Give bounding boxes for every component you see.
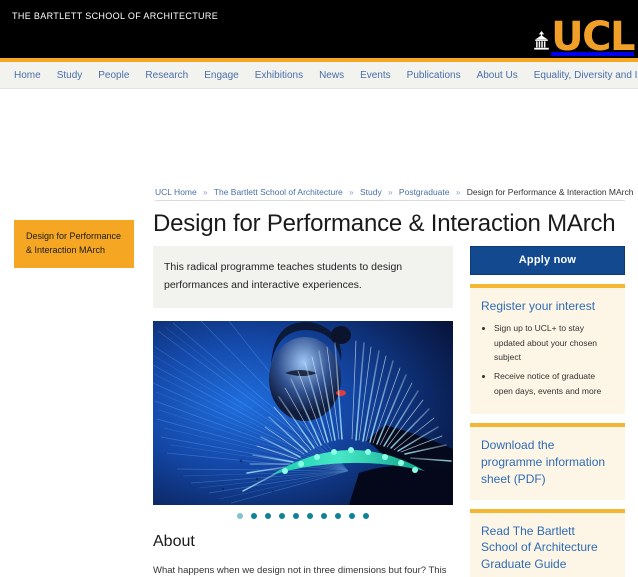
breadcrumb-item-postgraduate[interactable]: Postgraduate	[399, 187, 450, 197]
page-title: Design for Performance & Interaction MAr…	[153, 210, 616, 237]
carousel-dot[interactable]	[265, 512, 271, 519]
graduate-guide-card: Read The Bartlett School of Architecture…	[470, 508, 625, 577]
page-body: UCL Home » The Bartlett School of Archit…	[0, 89, 638, 577]
programme-lede: This radical programme teaches students …	[153, 246, 453, 308]
carousel-dot[interactable]	[251, 512, 257, 519]
breadcrumb: UCL Home » The Bartlett School of Archit…	[155, 187, 633, 197]
nav-item-engage[interactable]: Engage	[204, 70, 238, 81]
breadcrumb-separator-icon: »	[455, 188, 461, 197]
nav-item-publications[interactable]: Publications	[407, 70, 461, 81]
register-interest-title: Register your interest	[481, 299, 596, 313]
carousel-dot[interactable]	[349, 512, 355, 519]
breadcrumb-item-bartlett[interactable]: The Bartlett School of Architecture	[214, 187, 343, 197]
about-paragraph-1: What happens when we design not in three…	[153, 564, 447, 576]
carousel-dot[interactable]	[321, 512, 327, 519]
main-navigation[interactable]: Home Study People Research Engage Exhibi…	[0, 62, 638, 89]
right-sidebar: Apply now Register your interest Sign up…	[470, 246, 625, 577]
list-item: Sign up to UCL+ to stay updated about yo…	[494, 321, 614, 365]
graduate-guide-link[interactable]: Read The Bartlett School of Architecture…	[481, 523, 614, 573]
breadcrumb-current: Design for Performance & Interaction MAr…	[466, 187, 634, 197]
nav-item-about-us[interactable]: About Us	[477, 70, 518, 81]
ucl-logo-link[interactable]: UCL	[533, 14, 635, 60]
breadcrumb-item-study[interactable]: Study	[360, 187, 382, 197]
nav-item-research[interactable]: Research	[145, 70, 188, 81]
ucl-wordmark: UCL	[551, 14, 635, 60]
breadcrumb-separator-icon: »	[349, 188, 354, 197]
nav-item-news[interactable]: News	[319, 70, 344, 81]
nav-item-edi[interactable]: Equality, Diversity and Inclusion	[534, 70, 638, 81]
hero-image[interactable]	[153, 320, 453, 505]
carousel-dot[interactable]	[279, 512, 285, 519]
breadcrumb-separator-icon: »	[203, 188, 208, 197]
carousel-dot[interactable]	[293, 512, 299, 519]
breadcrumb-separator-icon: »	[388, 188, 393, 197]
left-sidebar: Design for Performance & Interaction MAr…	[14, 220, 134, 268]
carousel-dot[interactable]	[335, 512, 341, 519]
download-info-sheet-card: Download the programme information sheet…	[470, 423, 625, 500]
nav-item-events[interactable]: Events	[360, 70, 391, 81]
main-content: This radical programme teaches students …	[153, 246, 453, 577]
nav-item-people[interactable]: People	[98, 70, 129, 81]
breadcrumb-item-ucl-home[interactable]: UCL Home	[155, 187, 197, 197]
carousel-dot[interactable]	[237, 512, 243, 519]
download-info-sheet-link[interactable]: Download the programme information sheet…	[481, 437, 614, 487]
list-item: Receive notice of graduate open days, ev…	[494, 369, 614, 398]
register-interest-list: Sign up to UCL+ to stay updated about yo…	[494, 321, 614, 398]
breadcrumb-divider	[155, 200, 625, 201]
section-title-about: About	[153, 532, 195, 550]
nav-item-home[interactable]: Home	[14, 70, 41, 81]
school-name: THE BARTLETT SCHOOL OF ARCHITECTURE	[12, 11, 219, 21]
nav-item-exhibitions[interactable]: Exhibitions	[255, 70, 303, 81]
site-header: THE BARTLETT SCHOOL OF ARCHITECTURE UCL	[0, 0, 638, 58]
carousel-dot[interactable]	[307, 512, 313, 519]
register-interest-card: Register your interest Sign up to UCL+ t…	[470, 284, 625, 415]
sidebar-item-programme[interactable]: Design for Performance & Interaction MAr…	[14, 220, 134, 268]
carousel-dots[interactable]	[153, 512, 453, 519]
carousel-dot[interactable]	[363, 512, 369, 519]
ucl-portico-icon	[533, 31, 550, 50]
apply-now-button[interactable]: Apply now	[470, 246, 625, 275]
nav-item-study[interactable]: Study	[57, 70, 83, 81]
